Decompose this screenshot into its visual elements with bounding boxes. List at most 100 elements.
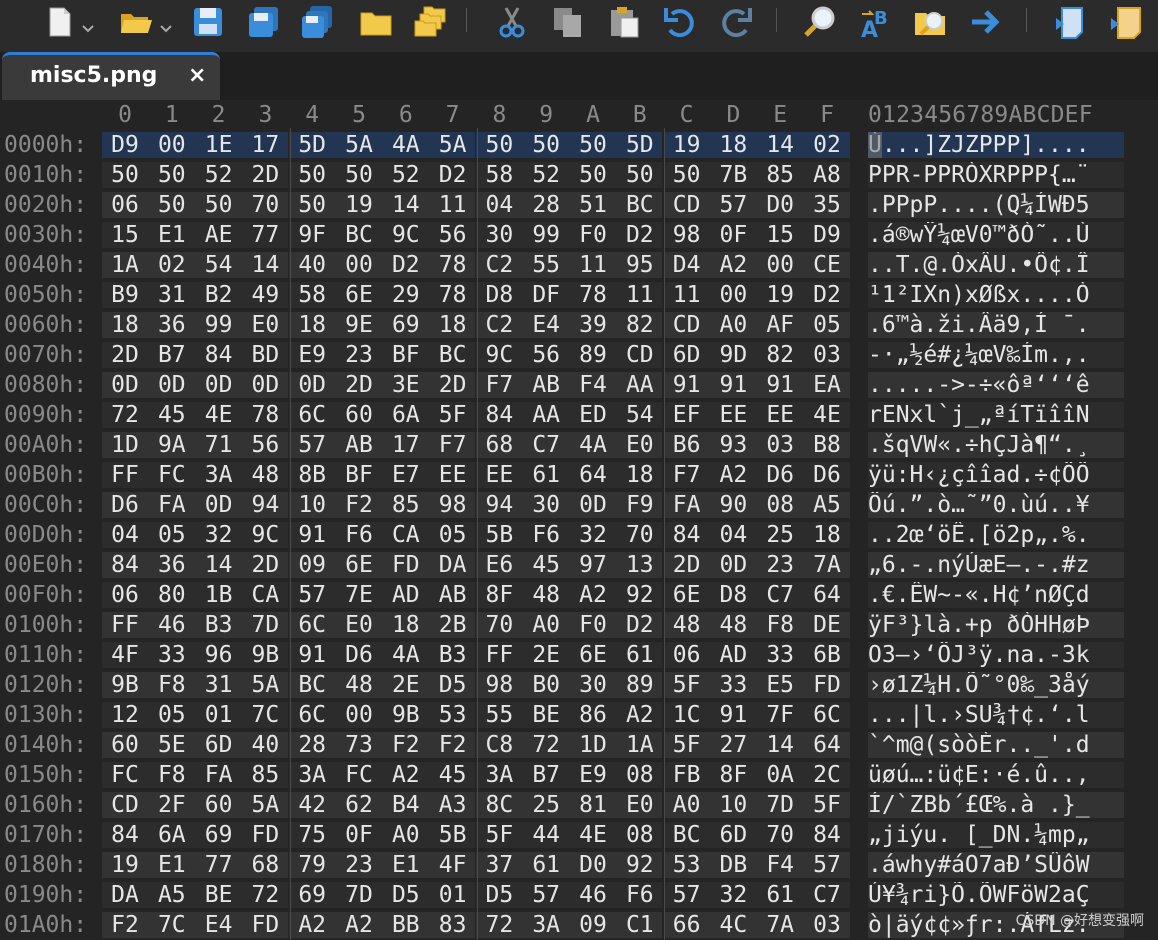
hex-byte[interactable]: BC <box>289 670 335 700</box>
hex-byte[interactable]: 33 <box>757 640 803 670</box>
tab-misc5-png[interactable]: misc5.png × <box>2 52 220 100</box>
hex-byte[interactable]: 50 <box>196 190 242 220</box>
ascii-text[interactable]: ..T.@.ÒxÂU.•Ô¢.Î <box>868 252 1124 278</box>
hex-byte[interactable]: FD <box>242 820 288 850</box>
hex-byte[interactable]: 08 <box>757 490 803 520</box>
hex-byte[interactable]: 03 <box>804 340 850 370</box>
hex-byte[interactable]: BE <box>196 880 242 910</box>
hex-byte[interactable]: 50 <box>336 160 382 190</box>
hex-byte[interactable]: 00 <box>336 250 382 280</box>
cut-icon[interactable] <box>492 2 532 42</box>
hex-byte[interactable]: 17 <box>383 430 429 460</box>
save-icon[interactable] <box>188 2 228 42</box>
hex-byte[interactable]: 05 <box>430 520 476 550</box>
hex-byte[interactable]: 46 <box>570 880 616 910</box>
hex-byte[interactable]: 90 <box>710 490 756 520</box>
hex-byte[interactable]: 68 <box>476 430 522 460</box>
hex-byte[interactable]: 45 <box>523 550 569 580</box>
hex-byte[interactable]: 94 <box>242 490 288 520</box>
ascii-text[interactable]: Í/`ZBb´£Œ%.à .}_ <box>868 792 1124 818</box>
hex-byte[interactable]: 5F <box>476 820 522 850</box>
hex-byte[interactable]: 9C <box>242 520 288 550</box>
hex-byte[interactable]: A2 <box>383 760 429 790</box>
hex-byte[interactable]: 94 <box>476 490 522 520</box>
hex-byte[interactable]: 29 <box>383 280 429 310</box>
hex-byte[interactable]: 4F <box>430 850 476 880</box>
hex-byte[interactable]: 6D <box>196 730 242 760</box>
hex-byte[interactable]: 3A <box>476 760 522 790</box>
hex-byte[interactable]: 89 <box>570 340 616 370</box>
ascii-text[interactable]: ›ø1Z¼H.Õ˜°0‰_3åý <box>868 672 1124 698</box>
hex-byte[interactable]: 6E <box>336 550 382 580</box>
hex-byte[interactable]: 6A <box>383 400 429 430</box>
hex-byte[interactable]: 50 <box>570 130 616 160</box>
hex-byte[interactable]: BD <box>242 340 288 370</box>
hex-byte[interactable]: A5 <box>149 880 195 910</box>
hex-byte[interactable]: 50 <box>149 190 195 220</box>
hex-byte[interactable]: 75 <box>289 820 335 850</box>
hex-byte[interactable]: FA <box>149 490 195 520</box>
hex-byte[interactable]: F2 <box>430 730 476 760</box>
hex-byte[interactable]: A0 <box>523 610 569 640</box>
hex-byte[interactable]: B2 <box>196 280 242 310</box>
hex-row[interactable]: 0170h: 84 6A 69 FD 75 0F A0 5B 5F 44 4E 08 BC 6D 70 84 „j… <box>0 820 1158 850</box>
hex-byte[interactable]: 5F <box>804 790 850 820</box>
ascii-text[interactable]: ...|l.›SU¾†¢.‘.l <box>868 702 1124 728</box>
hex-byte[interactable]: 66 <box>664 910 710 940</box>
hex-byte[interactable]: 53 <box>664 850 710 880</box>
hex-byte[interactable]: FD <box>242 910 288 940</box>
hex-byte[interactable]: 61 <box>617 640 663 670</box>
hex-byte[interactable]: 00 <box>149 130 195 160</box>
hex-row[interactable]: 0040h: 1A 02 54 14 40 00 D2 78 C2 55 11 95 D4 A2 00 CE..… <box>0 250 1158 280</box>
hex-byte[interactable]: AB <box>523 370 569 400</box>
hex-byte[interactable]: 0D <box>289 370 335 400</box>
hex-row[interactable]: 0100h: FF 46 B3 7D 6C E0 18 2B 70 A0 F0 D2 48 48 F8 DE ÿF… <box>0 610 1158 640</box>
hex-byte[interactable]: 48 <box>242 460 288 490</box>
hex-row[interactable]: 00E0h: 84 36 14 2D 09 6E FD DA E6 45 97 13 2D 0D 23 7A „6… <box>0 550 1158 580</box>
hex-byte[interactable]: 10 <box>289 490 335 520</box>
hex-byte[interactable]: C7 <box>523 430 569 460</box>
hex-byte[interactable]: 28 <box>523 190 569 220</box>
hex-byte[interactable]: 2D <box>102 340 148 370</box>
ascii-text[interactable]: .....->-÷«ôª‘‘‘ê <box>868 372 1124 398</box>
hex-byte[interactable]: 48 <box>664 610 710 640</box>
undo-icon[interactable] <box>660 2 700 42</box>
hex-byte[interactable]: 5A <box>242 670 288 700</box>
hex-byte[interactable]: 61 <box>523 850 569 880</box>
ascii-text[interactable]: „6.-.nýÚæE—.-.#z <box>868 552 1124 578</box>
hex-byte[interactable]: 57 <box>523 880 569 910</box>
hex-byte[interactable]: A2 <box>710 460 756 490</box>
hex-byte[interactable]: 0F <box>710 220 756 250</box>
hex-byte[interactable]: 85 <box>242 760 288 790</box>
hex-byte[interactable]: 30 <box>570 670 616 700</box>
hex-byte[interactable]: 5A <box>430 130 476 160</box>
hex-byte[interactable]: 55 <box>523 250 569 280</box>
hex-byte[interactable]: 82 <box>617 310 663 340</box>
hex-byte[interactable]: 02 <box>804 130 850 160</box>
hex-byte[interactable]: A0 <box>664 790 710 820</box>
hex-byte[interactable]: A3 <box>430 790 476 820</box>
hex-byte[interactable]: EF <box>664 400 710 430</box>
hex-byte[interactable]: 91 <box>710 370 756 400</box>
ascii-text[interactable]: -·„½é#¿¼œV‰Ím.‚. <box>868 342 1124 368</box>
hex-byte[interactable]: 32 <box>196 520 242 550</box>
hex-byte[interactable]: BE <box>523 700 569 730</box>
hex-byte[interactable]: 06 <box>102 580 148 610</box>
hex-byte[interactable]: 69 <box>289 880 335 910</box>
hex-row[interactable]: 0110h: 4F 33 96 9B 91 D6 4A B3 FF 2E 6E 61 06 AD 33 6B O3… <box>0 640 1158 670</box>
ascii-text[interactable]: .šqVW«.÷hÇJà¶“.¸ <box>868 432 1124 458</box>
hex-byte[interactable]: 12 <box>102 700 148 730</box>
hex-byte[interactable]: 18 <box>383 610 429 640</box>
hex-byte[interactable]: 84 <box>196 340 242 370</box>
hex-byte[interactable]: 14 <box>757 130 803 160</box>
hex-byte[interactable]: DE <box>804 610 850 640</box>
hex-byte[interactable]: 17 <box>242 130 288 160</box>
hex-byte[interactable]: FF <box>476 640 522 670</box>
hex-byte[interactable]: 96 <box>196 640 242 670</box>
hex-byte[interactable]: 57 <box>289 580 335 610</box>
hex-byte[interactable]: 73 <box>336 730 382 760</box>
hex-byte[interactable]: 72 <box>523 730 569 760</box>
hex-byte[interactable]: DF <box>523 280 569 310</box>
hex-row[interactable]: 0120h: 9B F8 31 5A BC 48 2E D5 98 B0 30 89 5F 33 E5 FD ›ø… <box>0 670 1158 700</box>
hex-byte[interactable]: 4A <box>570 430 616 460</box>
